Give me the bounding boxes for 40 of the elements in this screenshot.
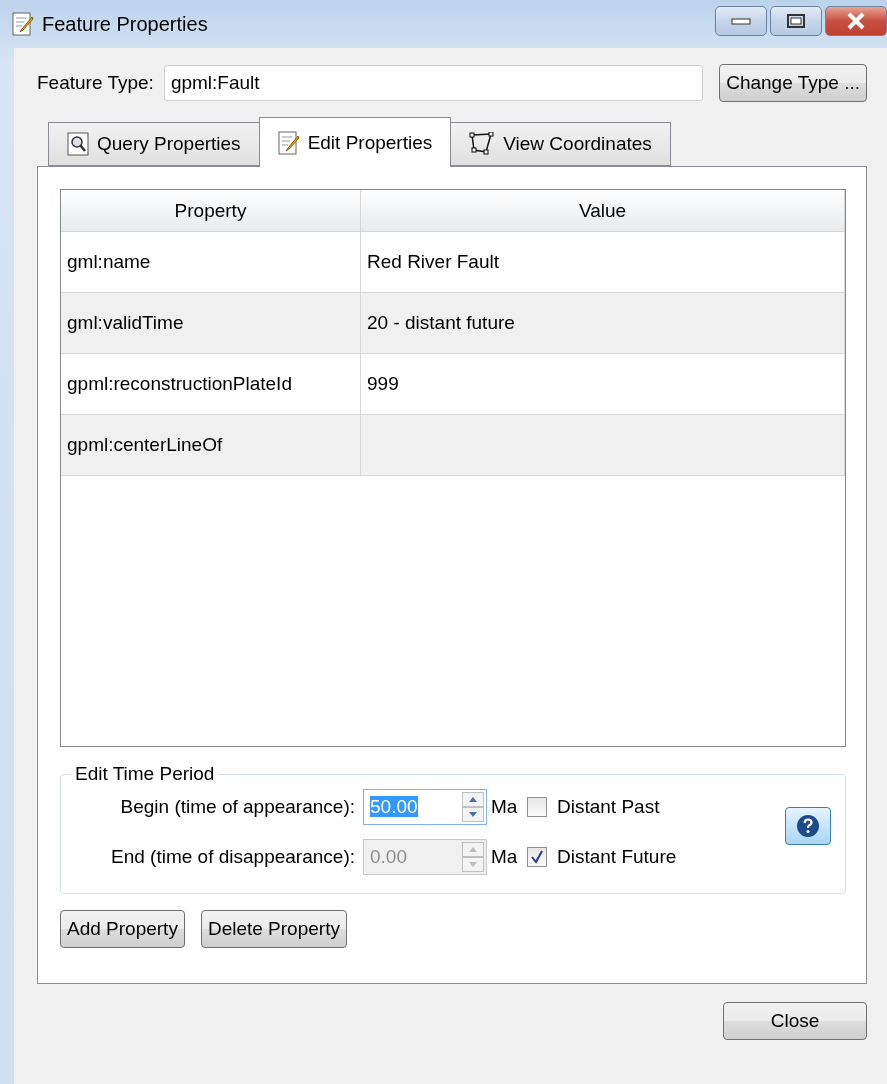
maximize-icon [786, 13, 806, 29]
tab[interactable]: Edit Properties [258, 117, 452, 167]
help-button[interactable] [785, 807, 831, 845]
column-header[interactable]: Value [361, 190, 845, 232]
polygon-icon [469, 132, 496, 156]
help-icon [796, 814, 820, 838]
property-button[interactable]: Delete Property [200, 910, 347, 948]
minimize-icon [731, 16, 751, 26]
window-title: Feature Properties [42, 12, 208, 36]
unit-label: Ma [490, 846, 519, 868]
table-cell: gpml:reconstructionPlateId [61, 354, 361, 414]
minimize-button[interactable] [715, 6, 767, 36]
magnifier-page-icon [67, 132, 89, 156]
checkbox[interactable] [527, 797, 547, 817]
document-pencil-icon [12, 12, 34, 36]
close-button[interactable]: Close [723, 1002, 867, 1040]
time-label: End (time of disappearance): [111, 846, 356, 868]
unit-label: Ma [490, 796, 519, 818]
tab[interactable]: Query Properties [48, 122, 260, 166]
group-title: Edit Time Period [74, 763, 216, 785]
close-icon [845, 12, 867, 30]
spinner-arrows[interactable] [462, 792, 484, 822]
column-header[interactable]: Property [61, 190, 361, 232]
table-cell: Red River Fault [361, 232, 845, 292]
maximize-button[interactable] [770, 6, 822, 36]
checkbox-label: Distant Future [557, 846, 678, 868]
property-button[interactable]: Add Property [60, 910, 185, 948]
tab[interactable]: View Coordinates [450, 122, 671, 166]
document-pencil-icon [277, 130, 300, 155]
table-cell: 20 - distant future [361, 293, 845, 353]
table-cell: gpml:centerLineOf [61, 415, 361, 475]
table-cell: gml:validTime [61, 293, 361, 353]
table-cell: 999 [361, 354, 845, 414]
table-cell: gml:name [61, 232, 361, 292]
time-label: Begin (time of appearance): [120, 796, 356, 818]
close-window-button[interactable] [825, 6, 887, 36]
feature-type-label: Feature Type: [37, 72, 154, 94]
feature-type-field[interactable]: gpml:Fault [163, 65, 704, 101]
checkbox-label: Distant Past [557, 796, 661, 818]
change-type-button[interactable]: Change Type ... [719, 64, 867, 102]
